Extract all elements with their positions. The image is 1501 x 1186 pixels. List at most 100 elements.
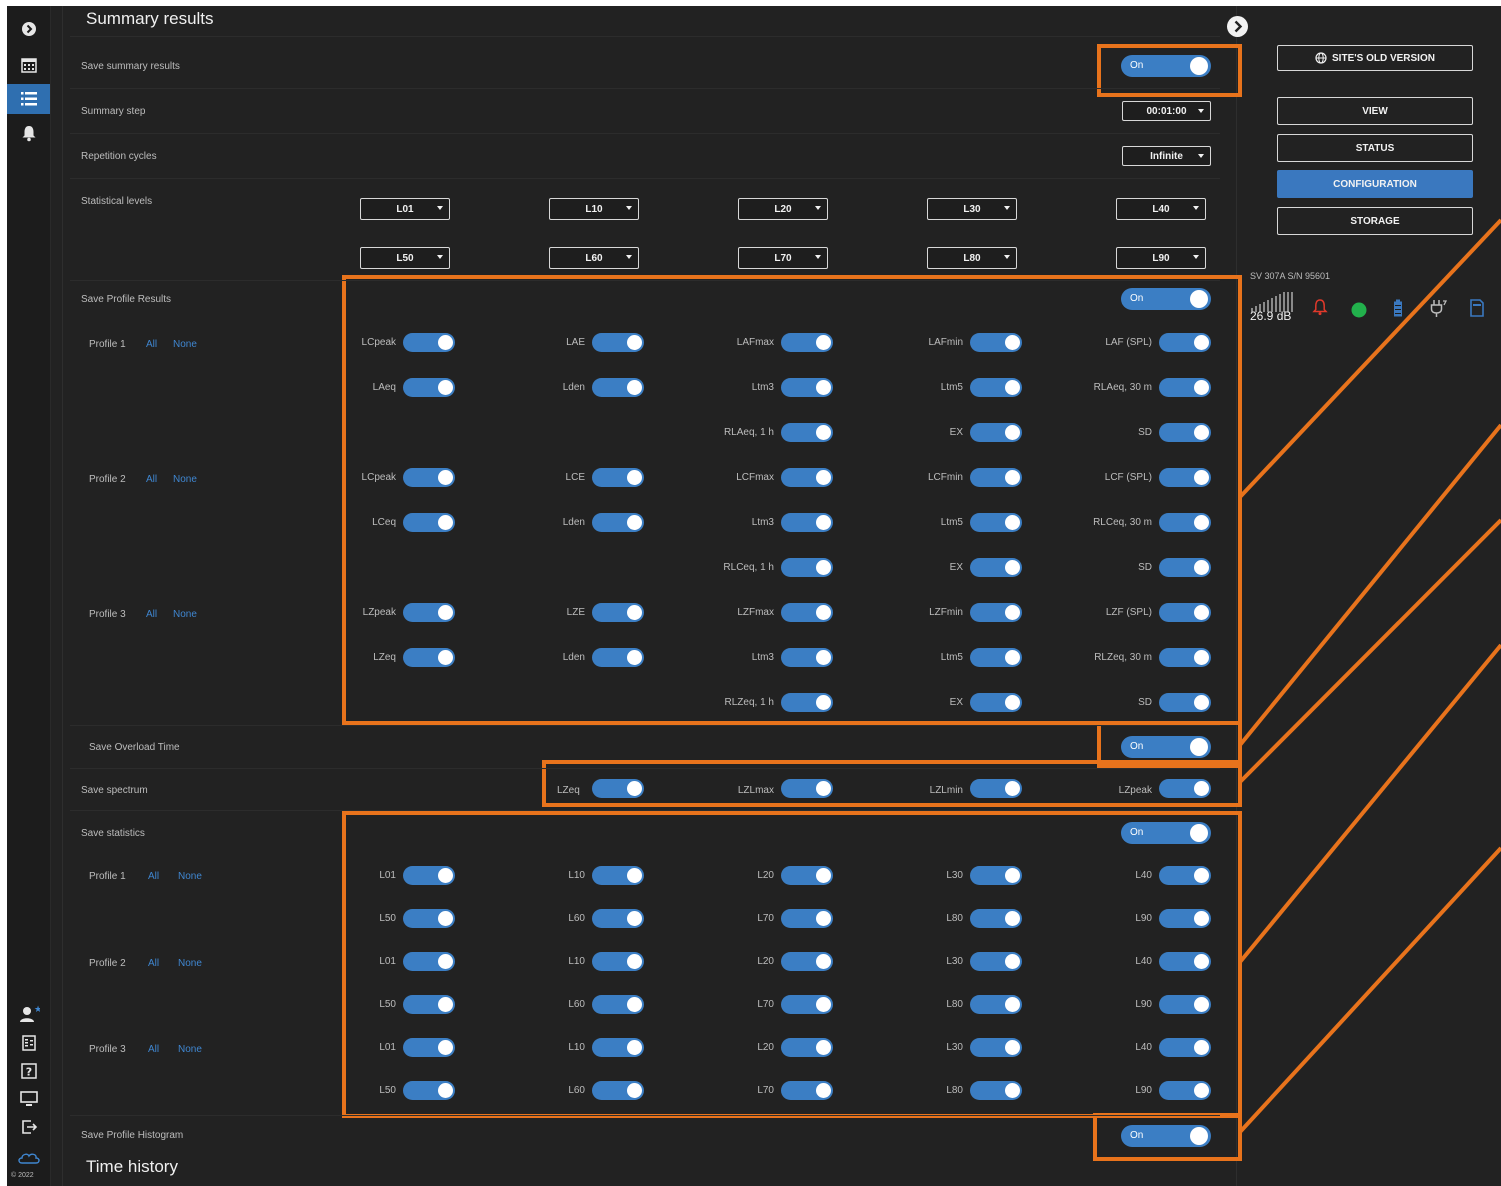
profile-result-toggle[interactable] (403, 513, 455, 532)
statistic-level-toggle[interactable] (781, 995, 833, 1014)
profile-result-toggle[interactable] (970, 378, 1022, 397)
profile-result-toggle[interactable] (403, 468, 455, 487)
statistical-level-select[interactable]: L60 (549, 247, 639, 269)
statistic-level-toggle[interactable] (1159, 1038, 1211, 1057)
statistic-level-toggle[interactable] (970, 866, 1022, 885)
profile-result-toggle[interactable] (970, 648, 1022, 667)
profile-result-toggle[interactable] (970, 333, 1022, 352)
profile-result-toggle[interactable] (970, 468, 1022, 487)
statistic-level-toggle[interactable] (1159, 952, 1211, 971)
statistic-level-toggle[interactable] (970, 1038, 1022, 1057)
spectrum-toggle[interactable] (781, 779, 833, 798)
profile-result-toggle[interactable] (1159, 603, 1211, 622)
profile-result-toggle[interactable] (592, 603, 644, 622)
profile-result-toggle[interactable] (1159, 333, 1211, 352)
profile-result-toggle[interactable] (781, 603, 833, 622)
profile-result-toggle[interactable] (1159, 648, 1211, 667)
spectrum-toggle[interactable] (1159, 779, 1211, 798)
statistic-level-toggle[interactable] (403, 1081, 455, 1100)
profile-result-label: LZF (SPL) (1105, 607, 1152, 618)
profile-result-toggle[interactable] (970, 693, 1022, 712)
statistic-level-toggle[interactable] (403, 866, 455, 885)
statistic-level-label: L90 (1135, 999, 1152, 1010)
profile-result-label: LZFmin (929, 607, 963, 618)
profile-result-toggle[interactable] (970, 513, 1022, 532)
profile-result-toggle[interactable] (781, 513, 833, 532)
profile-result-toggle[interactable] (781, 423, 833, 442)
profile-result-toggle[interactable] (592, 378, 644, 397)
profile-result-toggle[interactable] (1159, 513, 1211, 532)
profile-result-toggle[interactable] (1159, 468, 1211, 487)
chevron-down-icon (626, 206, 632, 210)
statistic-level-toggle[interactable] (970, 909, 1022, 928)
statistic-level-label: L20 (757, 1042, 774, 1053)
statistic-level-label: L60 (568, 913, 585, 924)
statistic-level-toggle[interactable] (970, 952, 1022, 971)
statistic-level-toggle[interactable] (1159, 909, 1211, 928)
profile-result-toggle[interactable] (1159, 558, 1211, 577)
profile-result-toggle[interactable] (592, 468, 644, 487)
statistical-level-select[interactable]: L30 (927, 198, 1017, 220)
spectrum-label: LZpeak (1118, 785, 1152, 796)
statistic-level-label: L50 (379, 999, 396, 1010)
statistic-level-toggle[interactable] (970, 995, 1022, 1014)
statistic-level-toggle[interactable] (403, 1038, 455, 1057)
profile-result-toggle[interactable] (592, 648, 644, 667)
profile-result-toggle[interactable] (781, 378, 833, 397)
statistical-level-select[interactable]: L80 (927, 247, 1017, 269)
statistic-level-toggle[interactable] (781, 909, 833, 928)
profile-result-label: RLAeq, 30 m (1093, 382, 1152, 393)
statistical-level-select[interactable]: L01 (360, 198, 450, 220)
profile-result-toggle[interactable] (970, 603, 1022, 622)
statistical-level-value: L80 (963, 252, 981, 264)
statistical-level-select[interactable]: L50 (360, 247, 450, 269)
statistic-level-toggle[interactable] (592, 995, 644, 1014)
profile-result-toggle[interactable] (781, 468, 833, 487)
profile-result-toggle[interactable] (592, 333, 644, 352)
statistic-level-toggle[interactable] (592, 909, 644, 928)
statistical-level-value: L60 (585, 252, 603, 264)
statistic-level-label: L30 (946, 870, 963, 881)
statistic-level-toggle[interactable] (970, 1081, 1022, 1100)
statistic-level-toggle[interactable] (403, 909, 455, 928)
statistic-level-toggle[interactable] (403, 995, 455, 1014)
profile-result-toggle[interactable] (403, 333, 455, 352)
statistic-level-toggle[interactable] (592, 1081, 644, 1100)
spectrum-toggle[interactable] (970, 779, 1022, 798)
profile-result-toggle[interactable] (1159, 423, 1211, 442)
profile-result-toggle[interactable] (781, 648, 833, 667)
profile-result-label: RLCeq, 30 m (1093, 517, 1152, 528)
statistical-level-select[interactable]: L20 (738, 198, 828, 220)
statistic-level-toggle[interactable] (1159, 995, 1211, 1014)
statistic-level-toggle[interactable] (592, 866, 644, 885)
statistic-level-toggle[interactable] (781, 952, 833, 971)
statistic-level-toggle[interactable] (592, 952, 644, 971)
profile-result-toggle[interactable] (1159, 693, 1211, 712)
profile-result-toggle[interactable] (781, 333, 833, 352)
statistic-level-toggle[interactable] (592, 1038, 644, 1057)
profile-result-toggle[interactable] (781, 558, 833, 577)
statistic-level-label: L80 (946, 1085, 963, 1096)
statistical-level-select[interactable]: L90 (1116, 247, 1206, 269)
profile-result-toggle[interactable] (970, 423, 1022, 442)
profile-result-toggle[interactable] (403, 648, 455, 667)
profile-result-toggle[interactable] (1159, 378, 1211, 397)
statistic-level-toggle[interactable] (1159, 1081, 1211, 1100)
statistical-level-select[interactable]: L40 (1116, 198, 1206, 220)
spectrum-toggle[interactable] (592, 779, 644, 798)
statistic-level-toggle[interactable] (1159, 866, 1211, 885)
statistic-level-toggle[interactable] (781, 866, 833, 885)
statistical-level-select[interactable]: L10 (549, 198, 639, 220)
statistic-level-label: L01 (379, 956, 396, 967)
profile-result-toggle[interactable] (781, 693, 833, 712)
profile-result-toggle[interactable] (403, 378, 455, 397)
profile-result-label: SD (1138, 697, 1152, 708)
profile-result-toggle[interactable] (403, 603, 455, 622)
profile-result-toggle[interactable] (592, 513, 644, 532)
statistic-level-toggle[interactable] (781, 1081, 833, 1100)
statistic-level-toggle[interactable] (403, 952, 455, 971)
statistic-level-toggle[interactable] (781, 1038, 833, 1057)
profile-result-label: SD (1138, 427, 1152, 438)
profile-result-toggle[interactable] (970, 558, 1022, 577)
statistical-level-select[interactable]: L70 (738, 247, 828, 269)
